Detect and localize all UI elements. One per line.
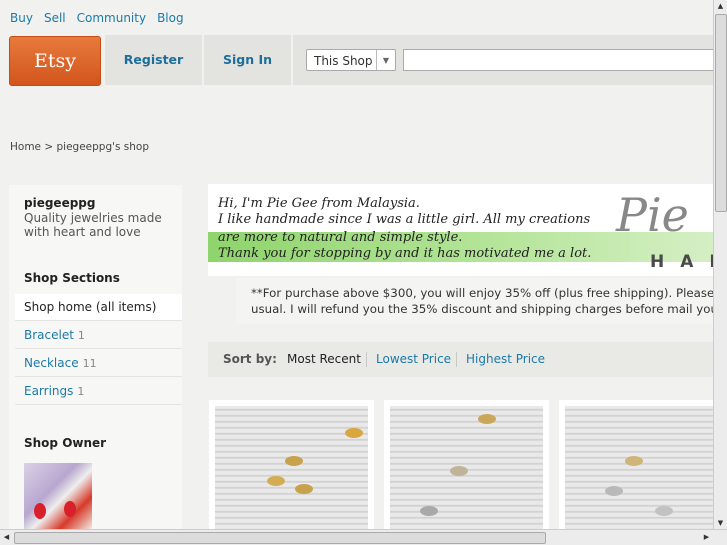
nav-sell[interactable]: Sell — [44, 11, 66, 25]
banner-line: Hi, I'm Pie Gee from Malaysia. — [218, 196, 420, 211]
search-scope-select[interactable]: This Shop ▼ — [306, 49, 396, 71]
signin-button[interactable]: Sign In — [204, 35, 291, 85]
top-nav: Buy Sell Community Blog — [10, 11, 184, 25]
section-label: Bracelet — [24, 328, 74, 342]
nav-community[interactable]: Community — [77, 11, 146, 25]
vertical-scrollbar[interactable]: ▲ ▼ — [713, 0, 727, 530]
section-label: Shop home (all items) — [24, 300, 157, 314]
listing-card[interactable] — [384, 400, 549, 540]
shop-tagline: Quality jewelries made with heart and lo… — [24, 211, 162, 239]
announcement-line: **For purchase above $300, you will enjo… — [251, 286, 726, 300]
section-necklace[interactable]: Necklace 11 — [15, 350, 182, 377]
announcement-line: usual. I will refund you the 35% discoun… — [251, 302, 726, 316]
banner-line: are more to natural and simple style. — [218, 230, 463, 245]
vertical-scroll-thumb[interactable] — [715, 14, 727, 212]
search-area: This Shop ▼ — [293, 35, 723, 85]
shop-sections-title: Shop Sections — [24, 271, 120, 285]
sort-most-recent[interactable]: Most Recent — [287, 342, 361, 377]
horizontal-scrollbar[interactable]: ◀ ▶ — [0, 529, 727, 545]
sort-bar: Sort by: Most Recent Lowest Price Highes… — [208, 342, 718, 377]
section-earrings[interactable]: Earrings 1 — [15, 378, 182, 405]
listing-photo[interactable] — [565, 406, 718, 534]
section-bracelet[interactable]: Bracelet 1 — [15, 322, 182, 349]
section-shop-home[interactable]: Shop home (all items) — [15, 294, 182, 321]
banner-brand: Pie — [616, 188, 689, 242]
banner-brand-sub: HAN — [650, 252, 718, 272]
leaf-charm — [450, 466, 468, 476]
listing-card[interactable] — [559, 400, 724, 540]
search-input[interactable] — [403, 49, 718, 71]
banner-line: Thank you for stopping by and it has mot… — [218, 246, 592, 261]
banner-line: I like handmade since I was a little gir… — [218, 212, 591, 227]
shop-sidebar: piegeeppg Quality jewelries made with he… — [9, 185, 182, 530]
leaf-charm — [655, 506, 673, 516]
section-label: Earrings — [24, 384, 74, 398]
leaf-charm — [625, 456, 643, 466]
header-bar: Etsy Register Sign In This Shop ▼ — [8, 35, 723, 86]
leaf-charm — [605, 486, 623, 496]
nav-blog[interactable]: Blog — [157, 11, 184, 25]
sort-label: Sort by: — [223, 352, 277, 366]
sort-divider — [456, 352, 457, 367]
section-count: 11 — [82, 357, 97, 370]
scroll-right-icon[interactable]: ▶ — [700, 530, 713, 545]
leaf-charm — [295, 484, 313, 494]
horizontal-scroll-thumb[interactable] — [14, 532, 546, 544]
leaf-charm — [267, 476, 285, 486]
scroll-left-icon[interactable]: ◀ — [0, 530, 13, 545]
breadcrumb: Home > piegeeppg's shop — [10, 141, 150, 153]
leaf-charm — [285, 456, 303, 466]
shop-owner-title: Shop Owner — [24, 436, 107, 450]
shop-name[interactable]: piegeeppg — [24, 196, 95, 210]
etsy-logo[interactable]: Etsy — [9, 36, 101, 86]
earring-gem — [64, 501, 76, 517]
section-label: Necklace — [24, 356, 79, 370]
sort-lowest-price[interactable]: Lowest Price — [376, 342, 451, 377]
section-count: 1 — [77, 385, 85, 398]
search-scope-value: This Shop — [314, 54, 373, 68]
chevron-down-icon[interactable]: ▼ — [376, 50, 395, 70]
shop-announcement: **For purchase above $300, you will enjo… — [236, 278, 726, 324]
listing-photo[interactable] — [390, 406, 543, 534]
shop-banner: Hi, I'm Pie Gee from Malaysia. I like ha… — [208, 184, 718, 276]
listing-photo[interactable] — [215, 406, 368, 534]
listing-card[interactable] — [209, 400, 374, 540]
nav-buy[interactable]: Buy — [10, 11, 33, 25]
section-count: 1 — [77, 329, 85, 342]
sort-divider — [366, 352, 367, 367]
leaf-charm — [420, 506, 438, 516]
leaf-charm — [345, 428, 363, 438]
sort-highest-price[interactable]: Highest Price — [466, 342, 545, 377]
scroll-up-icon[interactable]: ▲ — [714, 0, 727, 13]
earring-gem — [34, 503, 46, 519]
shop-owner-avatar[interactable] — [24, 463, 92, 530]
leaf-charm — [478, 414, 496, 424]
register-button[interactable]: Register — [105, 35, 202, 85]
